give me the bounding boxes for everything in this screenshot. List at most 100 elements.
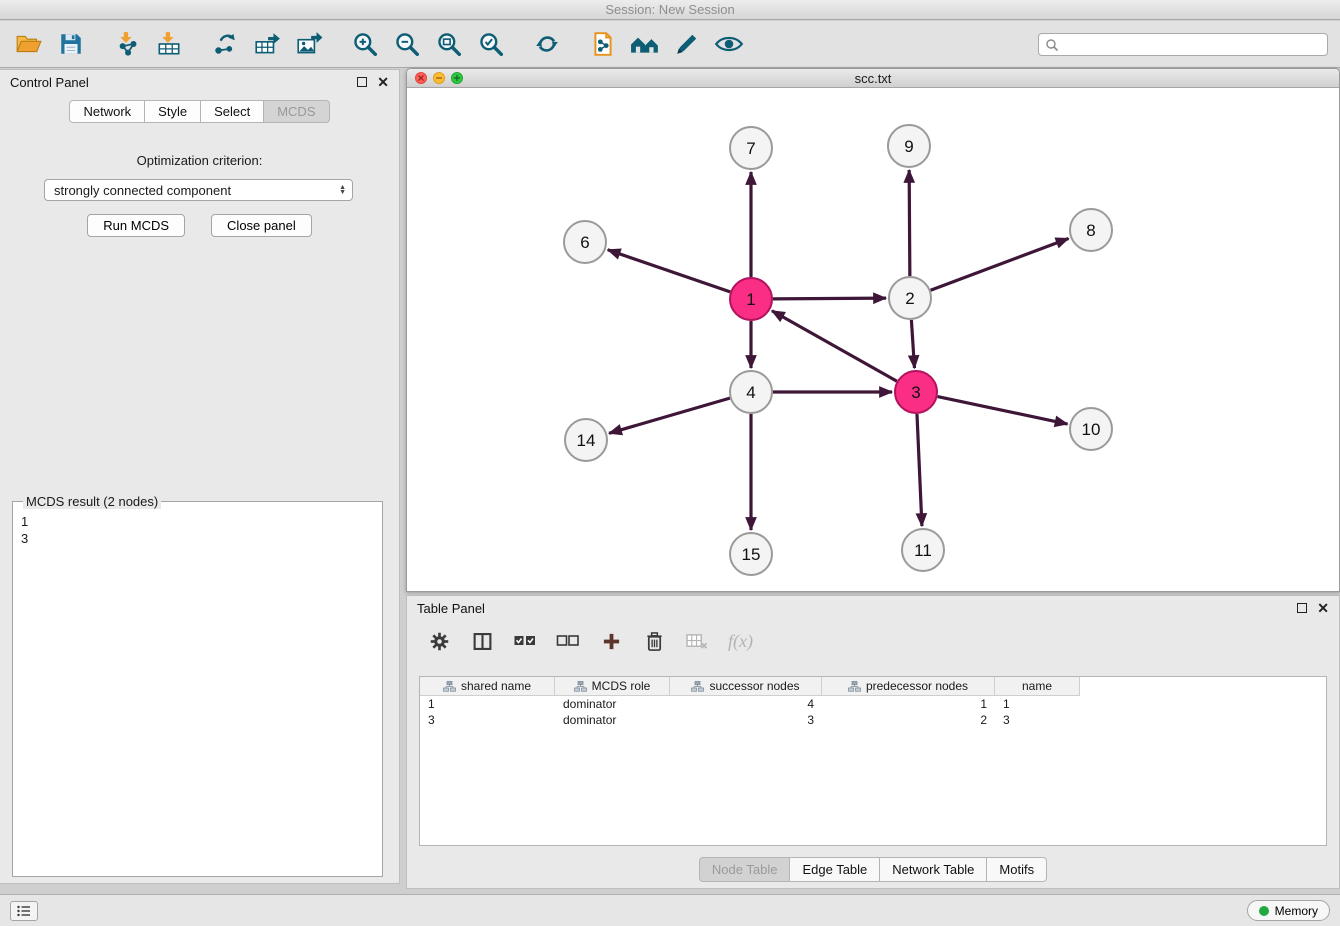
zoom-window-icon[interactable] bbox=[451, 72, 463, 84]
select-all-rows-button[interactable] bbox=[513, 628, 537, 654]
close-icon[interactable]: ✕ bbox=[377, 76, 389, 88]
node-15[interactable]: 15 bbox=[730, 533, 772, 575]
minimize-window-icon[interactable] bbox=[433, 72, 445, 84]
import-table-icon bbox=[155, 31, 183, 57]
export-image-icon bbox=[295, 31, 323, 57]
node-2[interactable]: 2 bbox=[889, 277, 931, 319]
tab-select[interactable]: Select bbox=[201, 100, 264, 123]
svg-text:6: 6 bbox=[580, 233, 589, 252]
function-builder-button[interactable]: f(x) bbox=[728, 628, 753, 654]
tab-style[interactable]: Style bbox=[145, 100, 201, 123]
cell-mcds-role: dominator bbox=[555, 697, 670, 711]
maximize-icon[interactable] bbox=[1297, 603, 1307, 613]
edge-2-3[interactable] bbox=[911, 320, 914, 368]
node-14[interactable]: 14 bbox=[565, 419, 607, 461]
edge-3-11[interactable] bbox=[917, 414, 922, 526]
gear-icon bbox=[429, 631, 450, 652]
export-network-button[interactable] bbox=[204, 24, 246, 64]
edge-3-1[interactable] bbox=[772, 311, 897, 381]
memory-status-icon bbox=[1259, 906, 1269, 916]
network-from-clipboard-button[interactable] bbox=[582, 24, 624, 64]
search-input[interactable] bbox=[1063, 38, 1321, 52]
cell-shared-name: 3 bbox=[420, 713, 555, 727]
node-6[interactable]: 6 bbox=[564, 221, 606, 263]
column-header-shared-name[interactable]: shared name bbox=[420, 677, 555, 696]
tab-network-table[interactable]: Network Table bbox=[880, 857, 987, 882]
maximize-icon[interactable] bbox=[357, 77, 367, 87]
node-8[interactable]: 8 bbox=[1070, 209, 1112, 251]
dropdown-selected-value: strongly connected component bbox=[54, 183, 231, 198]
tab-node-table[interactable]: Node Table bbox=[699, 857, 791, 882]
delete-table-button[interactable] bbox=[685, 628, 709, 654]
network-canvas[interactable]: 7 9 6 8 1 2 4 3 14 10 15 11 bbox=[407, 88, 1339, 591]
plus-icon bbox=[602, 632, 621, 651]
svg-text:10: 10 bbox=[1082, 420, 1101, 439]
first-neighbors-button[interactable] bbox=[624, 24, 666, 64]
export-image-button[interactable] bbox=[288, 24, 330, 64]
export-table-button[interactable] bbox=[246, 24, 288, 64]
zoom-fit-button[interactable] bbox=[428, 24, 470, 64]
column-header-predecessor-nodes[interactable]: predecessor nodes bbox=[822, 677, 995, 696]
node-7[interactable]: 7 bbox=[730, 127, 772, 169]
node-9[interactable]: 9 bbox=[888, 125, 930, 167]
open-session-button[interactable] bbox=[8, 24, 50, 64]
svg-text:1: 1 bbox=[746, 290, 755, 309]
tab-edge-table[interactable]: Edge Table bbox=[790, 857, 880, 882]
network-window-titlebar[interactable]: scc.txt bbox=[407, 69, 1339, 88]
delete-table-icon bbox=[685, 632, 709, 651]
edge-1-6[interactable] bbox=[608, 250, 730, 292]
column-type-icon bbox=[848, 681, 861, 692]
node-4[interactable]: 4 bbox=[730, 371, 772, 413]
close-panel-button[interactable]: Close panel bbox=[211, 214, 312, 237]
tab-motifs[interactable]: Motifs bbox=[987, 857, 1047, 882]
cell-successor-nodes: 3 bbox=[670, 713, 822, 727]
trash-icon bbox=[645, 631, 664, 652]
table-panel: Table Panel ✕ f(x) bbox=[406, 595, 1340, 889]
mcds-result-title: MCDS result (2 nodes) bbox=[23, 494, 161, 509]
table-panel-title: Table Panel bbox=[417, 601, 485, 616]
run-mcds-button[interactable]: Run MCDS bbox=[87, 214, 185, 237]
fx-icon: f(x) bbox=[728, 631, 753, 652]
column-header-successor-nodes[interactable]: successor nodes bbox=[670, 677, 822, 696]
zoom-out-button[interactable] bbox=[386, 24, 428, 64]
network-from-clipboard-icon bbox=[590, 31, 616, 57]
svg-text:3: 3 bbox=[911, 383, 920, 402]
save-session-button[interactable] bbox=[50, 24, 92, 64]
column-type-icon bbox=[574, 681, 587, 692]
refresh-view-button[interactable] bbox=[526, 24, 568, 64]
node-3[interactable]: 3 bbox=[895, 371, 937, 413]
node-11[interactable]: 11 bbox=[902, 529, 944, 571]
zoom-in-button[interactable] bbox=[344, 24, 386, 64]
edge-4-14[interactable] bbox=[609, 398, 730, 433]
delete-row-button[interactable] bbox=[642, 628, 666, 654]
table-toolbar: f(x) bbox=[407, 620, 1339, 662]
table-row[interactable]: 1 dominator 4 1 1 bbox=[420, 696, 1326, 712]
edge-2-8[interactable] bbox=[931, 238, 1069, 290]
column-header-name[interactable]: name bbox=[995, 677, 1080, 696]
optimization-criterion-select[interactable]: strongly connected component ▲▼ bbox=[44, 179, 353, 201]
import-network-button[interactable] bbox=[106, 24, 148, 64]
node-10[interactable]: 10 bbox=[1070, 408, 1112, 450]
close-icon[interactable]: ✕ bbox=[1317, 602, 1329, 614]
node-1[interactable]: 1 bbox=[730, 278, 772, 320]
add-row-button[interactable] bbox=[599, 628, 623, 654]
memory-button[interactable]: Memory bbox=[1247, 900, 1330, 921]
zoom-selected-button[interactable] bbox=[470, 24, 512, 64]
close-window-icon[interactable] bbox=[415, 72, 427, 84]
tab-network[interactable]: Network bbox=[69, 100, 145, 123]
deselect-all-rows-button[interactable] bbox=[556, 628, 580, 654]
table-settings-button[interactable] bbox=[427, 628, 451, 654]
edge-2-9[interactable] bbox=[909, 170, 910, 276]
table-row[interactable]: 3 dominator 3 2 3 bbox=[420, 712, 1326, 728]
annotation-button[interactable] bbox=[666, 24, 708, 64]
edge-1-2[interactable] bbox=[773, 298, 886, 299]
node-table: shared name MCDS role successor nodes pr… bbox=[419, 676, 1327, 846]
show-columns-button[interactable] bbox=[470, 628, 494, 654]
show-hide-button[interactable] bbox=[708, 24, 750, 64]
column-header-mcds-role[interactable]: MCDS role bbox=[555, 677, 670, 696]
task-history-button[interactable] bbox=[10, 901, 38, 921]
import-table-button[interactable] bbox=[148, 24, 190, 64]
edge-3-10[interactable] bbox=[938, 397, 1068, 424]
tab-mcds[interactable]: MCDS bbox=[264, 100, 329, 123]
title-bar: Session: New Session bbox=[0, 0, 1340, 20]
